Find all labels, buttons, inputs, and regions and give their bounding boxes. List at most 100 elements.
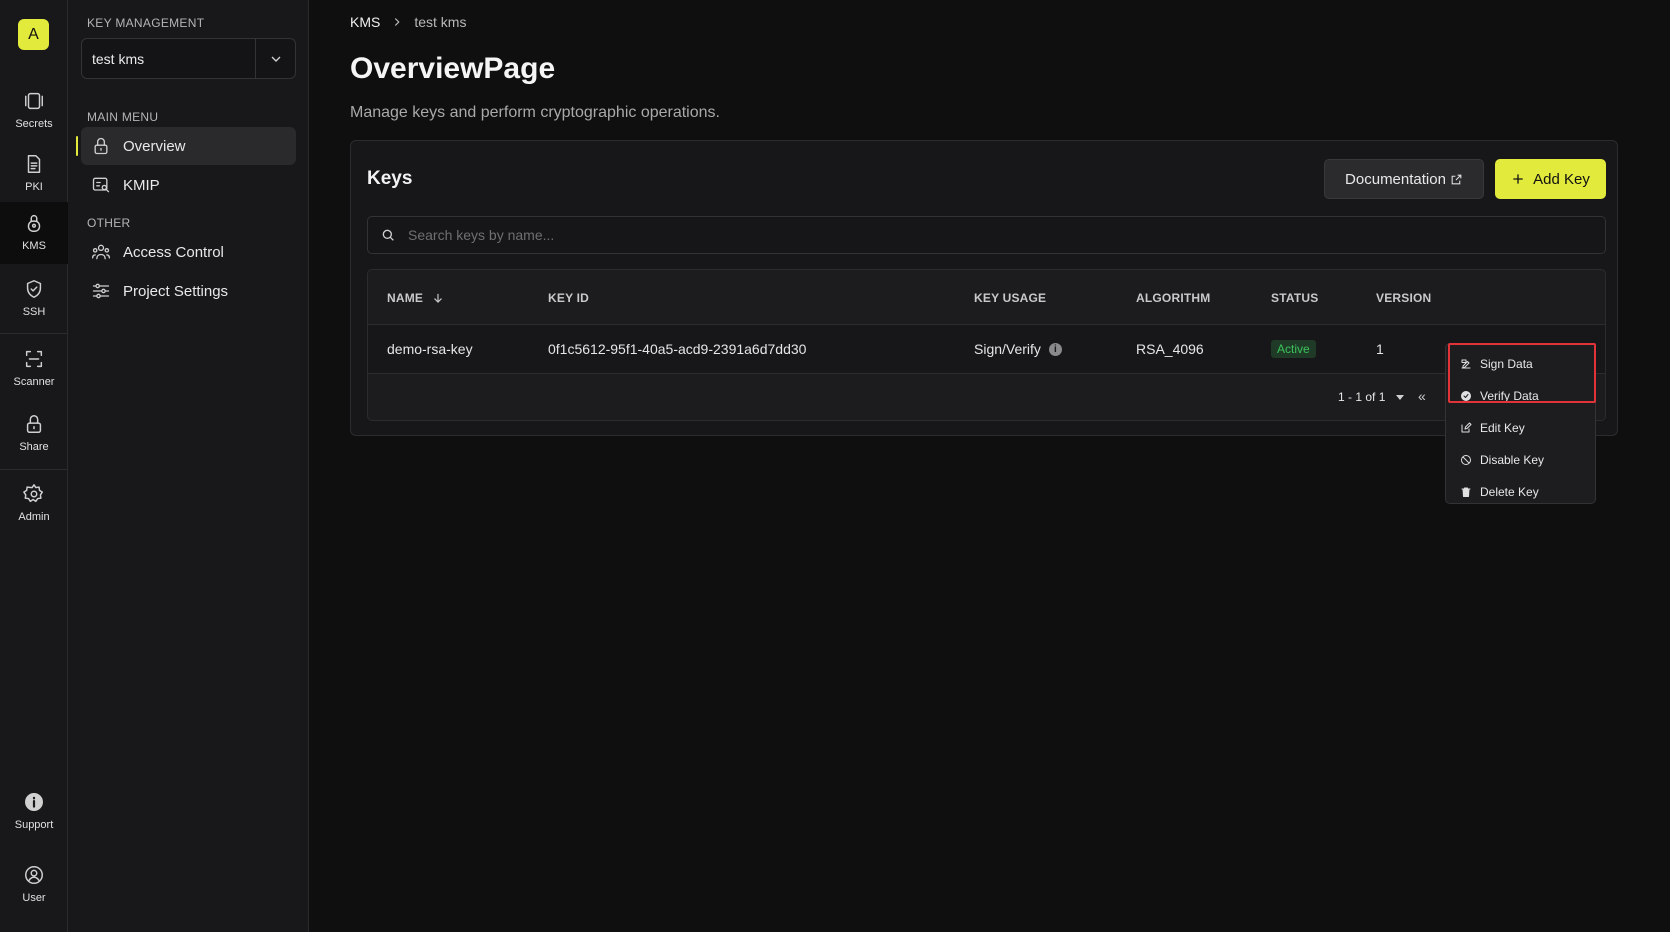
rail-item-user[interactable]: User [0,854,68,918]
project-select[interactable]: test kms [81,38,296,79]
trash-icon [1461,487,1471,497]
sidebar-item-label: Access Control [123,243,224,261]
rail-label: Admin [18,511,50,523]
rail-divider [0,469,68,470]
sidebar-item-label: Overview [123,137,186,155]
pagination[interactable]: 1 - 1 of 1 [1338,390,1405,404]
sliders-icon [92,283,110,299]
search-icon [382,229,394,241]
column-header-version: VERSION [1376,291,1432,305]
add-key-button[interactable]: Add Key [1495,159,1606,199]
secrets-icon [25,92,43,110]
sidebar-item-access-control[interactable]: Access Control [81,233,296,271]
user-icon [25,866,43,884]
column-header-algorithm: ALGORITHM [1136,291,1211,305]
chevron-right-icon [395,18,400,26]
cell-version: 1 [1376,341,1384,357]
rail-item-scanner[interactable]: Scanner [0,338,68,402]
document-icon [27,155,41,173]
column-header-label: NAME [387,291,424,305]
icon-rail: A Secrets PKI KMS SSH Scanner Share Admi… [0,0,68,932]
kms-lock-icon [27,215,41,232]
rail-divider [0,333,68,334]
lock-icon [94,137,108,155]
column-header-name[interactable]: NAME [387,291,445,305]
rail-label: User [22,892,46,904]
menu-item-label: Edit Key [1480,421,1525,435]
caret-down-icon [1396,395,1405,400]
menu-item-label: Disable Key [1480,453,1545,467]
sidebar: KEY MANAGEMENT test kms MAIN MENU Overvi… [68,0,309,932]
first-page-button[interactable]: « [1418,388,1426,404]
breadcrumb: KMS test kms [350,14,466,30]
sidebar-item-label: KMIP [123,176,160,194]
section-title-other: OTHER [87,216,131,230]
divider [368,373,1605,374]
pagination-range: 1 - 1 of 1 [1338,390,1386,404]
org-avatar[interactable]: A [18,19,49,50]
edit-icon [1461,422,1472,433]
sidebar-item-overview[interactable]: Overview [76,127,296,165]
info-icon [25,793,43,811]
rail-label: Scanner [13,376,55,388]
rail-item-secrets[interactable]: Secrets [0,80,68,144]
sidebar-item-kmip[interactable]: KMIP [81,166,296,204]
kmip-icon [92,177,110,193]
search-box [367,216,1606,254]
highlight-box [1448,343,1596,403]
external-link-icon [1451,174,1462,184]
rail-item-kms[interactable]: KMS [0,202,68,264]
page-subtitle: Manage keys and perform cryptographic op… [350,104,720,121]
menu-item-disable-key[interactable]: Disable Key [1460,450,1544,470]
cell-algorithm: RSA_4096 [1136,341,1204,357]
key-usage-value: Sign/Verify [974,341,1041,357]
rail-item-pki[interactable]: PKI [0,143,68,207]
menu-item-delete-key[interactable]: Delete Key [1460,482,1539,502]
sidebar-item-label: Project Settings [123,282,229,300]
documentation-label: Documentation [1345,170,1446,188]
add-key-label: Add Key [1533,170,1590,188]
chevron-down-icon [271,56,280,62]
sidebar-item-project-settings[interactable]: Project Settings [81,272,296,310]
rail-label: Secrets [15,118,53,130]
project-select-value: test kms [92,50,145,67]
project-select-toggle[interactable] [255,39,295,78]
breadcrumb-root[interactable]: KMS [350,14,380,30]
menu-item-label: Delete Key [1480,485,1539,499]
column-header-status: STATUS [1271,291,1319,305]
cell-key-id: 0f1c5612-95f1-40a5-acd9-2391a6d7dd30 [548,341,807,357]
section-title-key-management: KEY MANAGEMENT [87,16,205,30]
scan-icon [25,350,43,368]
rail-item-ssh[interactable]: SSH [0,268,68,332]
rail-item-admin[interactable]: Admin [0,473,68,537]
section-title-main-menu: MAIN MENU [87,110,159,124]
keys-table: NAME KEY ID KEY USAGE ALGORITHM STATUS V… [367,269,1606,421]
page-title: OverviewPage [350,52,556,85]
breadcrumb-current: test kms [414,14,467,30]
column-header-key-id: KEY ID [548,291,589,305]
lock-icon [26,415,42,433]
keys-card: Keys Documentation Add Key NAME KEY ID K… [350,140,1618,436]
cell-status: Active [1271,340,1316,358]
plus-icon [1513,174,1523,184]
menu-item-edit-key[interactable]: Edit Key [1460,418,1525,438]
info-icon[interactable]: i [1048,342,1062,356]
cell-name: demo-rsa-key [387,341,473,357]
rail-label: Support [14,819,54,831]
cell-key-usage: Sign/Verify i [974,341,1062,357]
rail-label: Share [19,441,49,453]
users-icon [92,244,111,260]
column-header-key-usage: KEY USAGE [974,291,1047,305]
rail-item-share[interactable]: Share [0,403,68,467]
documentation-button[interactable]: Documentation [1324,159,1484,199]
gear-icon [23,484,43,503]
arrow-down-icon [434,293,443,303]
search-input[interactable] [408,227,1605,243]
rail-label: SSH [22,306,46,318]
disable-icon [1461,455,1471,465]
shield-icon [26,280,42,298]
active-indicator [76,136,78,156]
rail-item-support[interactable]: Support [0,781,68,845]
table-row[interactable]: demo-rsa-key 0f1c5612-95f1-40a5-acd9-239… [368,325,1605,373]
rail-label: KMS [22,240,46,252]
